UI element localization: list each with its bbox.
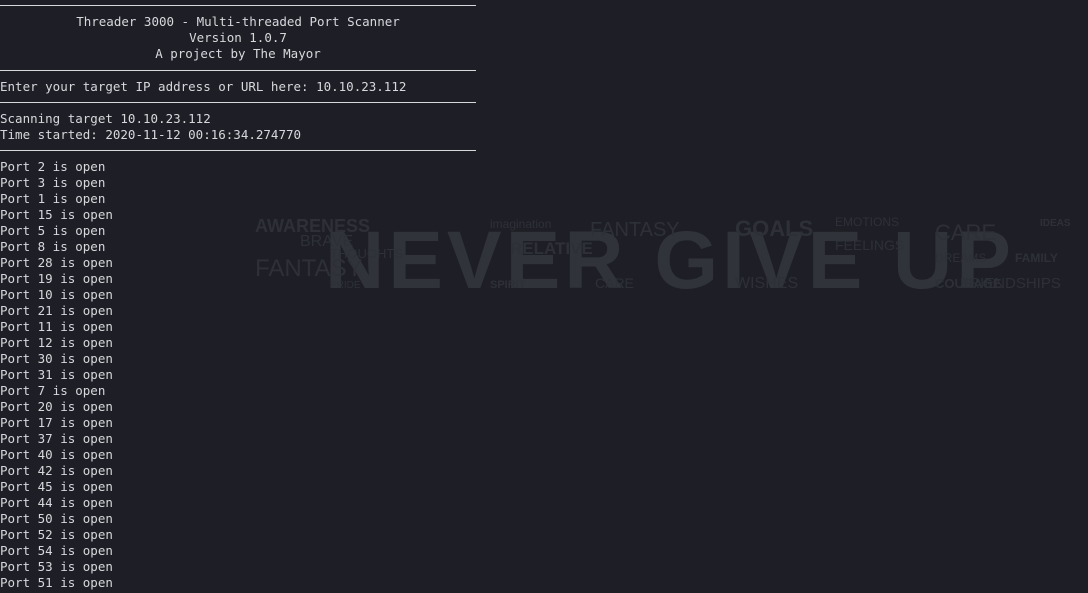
scan-time-line: Time started: 2020-11-12 00:16:34.274770 (0, 127, 302, 142)
scanner-banner: Threader 3000 - Multi-threaded Port Scan… (0, 6, 476, 70)
wallpaper-word: CARE (935, 220, 996, 245)
banner-title: Threader 3000 - Multi-threaded Port Scan… (76, 14, 400, 29)
wallpaper-word: RELATIVE (510, 239, 593, 258)
port-line: Port 45 is open (0, 479, 113, 494)
port-line: Port 7 is open (0, 383, 106, 398)
wallpaper-word: SPIRIT (490, 279, 526, 291)
banner-author: A project by The Mayor (155, 46, 321, 61)
port-line: Port 44 is open (0, 495, 113, 510)
port-line: Port 11 is open (0, 319, 113, 334)
port-line: Port 42 is open (0, 463, 113, 478)
port-line: Port 54 is open (0, 543, 113, 558)
wallpaper-word: IDEAS (1040, 218, 1071, 229)
port-line: Port 15 is open (0, 207, 113, 222)
banner-version: Version 1.0.7 (189, 30, 287, 45)
port-line: Port 53 is open (0, 559, 113, 574)
port-line: Port 50 is open (0, 511, 113, 526)
port-line: Port 21 is open (0, 303, 113, 318)
target-prompt-line: Enter your target IP address or URL here… (0, 79, 476, 95)
port-line: Port 30 is open (0, 351, 113, 366)
target-prompt: Enter your target IP address or URL here… (0, 71, 476, 102)
wallpaper-word: imagination (490, 217, 551, 231)
wallpaper-word: EMOTIONS (835, 215, 899, 229)
port-line: Port 28 is open (0, 255, 113, 270)
terminal-window[interactable]: Threader 3000 - Multi-threaded Port Scan… (0, 0, 476, 593)
port-line: Port 51 is open (0, 575, 113, 590)
port-line: Port 52 is open (0, 527, 113, 542)
wallpaper-word: COURAGE (935, 276, 1002, 291)
port-line: Port 40 is open (0, 447, 113, 462)
port-line: Port 10 is open (0, 287, 113, 302)
wallpaper-word: WISHES (735, 275, 798, 292)
port-line: Port 20 is open (0, 399, 113, 414)
target-input[interactable]: 10.10.23.112 (316, 79, 406, 94)
port-line: Port 5 is open (0, 223, 106, 238)
port-line: Port 37 is open (0, 431, 113, 446)
wallpaper-word: FEELINGS (835, 237, 904, 253)
wallpaper-word: FAMILY (1015, 251, 1058, 265)
port-line: Port 1 is open (0, 191, 106, 206)
wallpaper-word: FRIENDSHIPS (960, 275, 1061, 292)
wallpaper-word: FANTASY (590, 219, 680, 241)
scan-info: Scanning target 10.10.23.112 Time starte… (0, 103, 476, 150)
port-line: Port 19 is open (0, 271, 113, 286)
wallpaper-word: DREAMS (935, 251, 986, 265)
port-line: Port 3 is open (0, 175, 106, 190)
port-line: Port 8 is open (0, 239, 106, 254)
port-line: Port 17 is open (0, 415, 113, 430)
port-line: Port 12 is open (0, 335, 113, 350)
wallpaper-word: GOALS (735, 216, 813, 241)
port-line: Port 31 is open (0, 367, 113, 382)
target-prompt-label: Enter your target IP address or URL here… (0, 79, 317, 94)
wallpaper-word: CARE (595, 275, 634, 291)
scan-target-line: Scanning target 10.10.23.112 (0, 111, 211, 126)
open-ports-list: Port 2 is open Port 3 is open Port 1 is op… (0, 151, 476, 591)
port-line: Port 2 is open (0, 159, 106, 174)
